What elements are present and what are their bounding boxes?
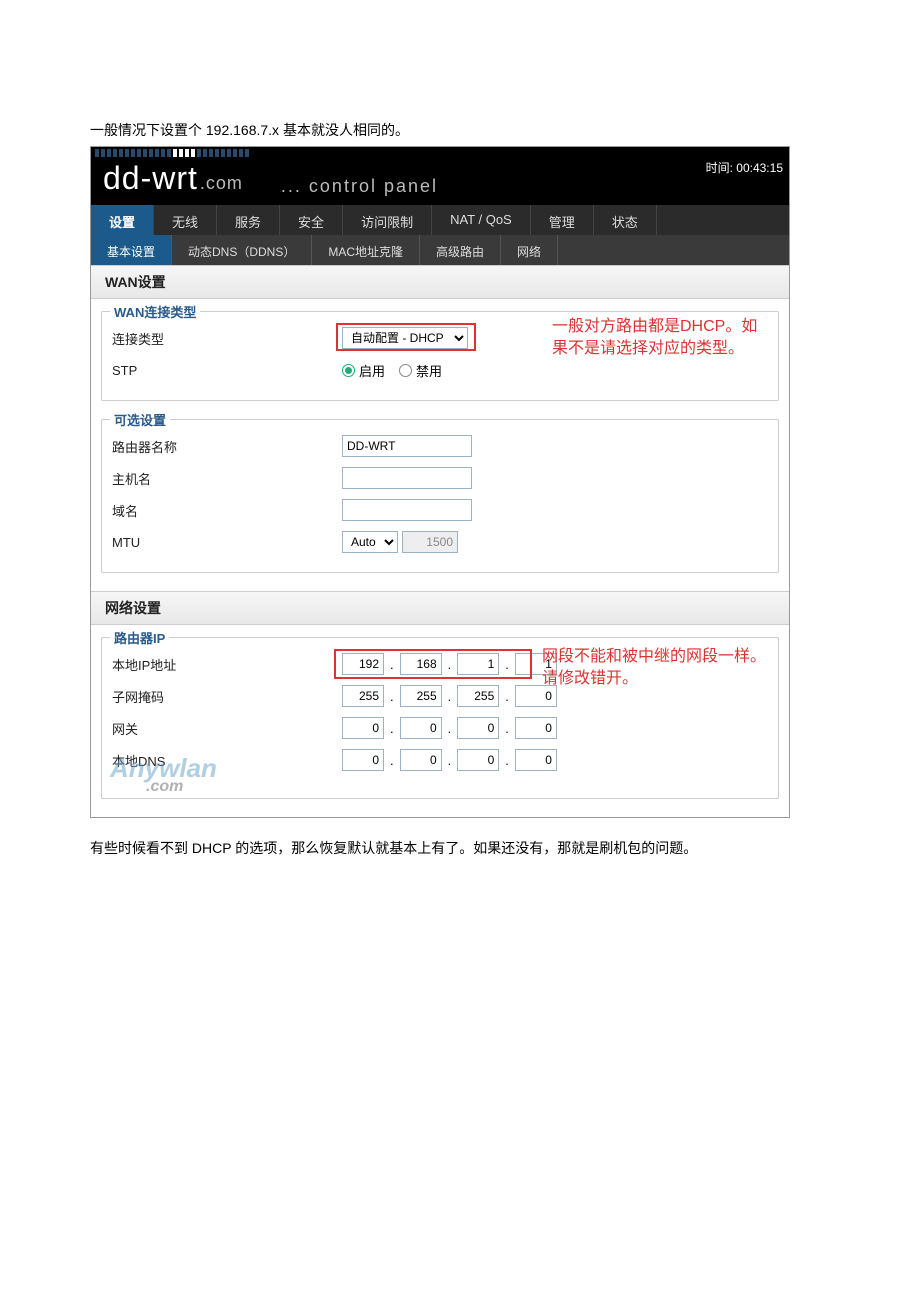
radio-off-icon <box>399 364 412 377</box>
legend-router-ip: 路由器IP <box>110 628 169 647</box>
domain-input[interactable] <box>342 499 472 521</box>
time-display: 时间: 00:43:15 <box>706 159 783 176</box>
router-name-input[interactable] <box>342 435 472 457</box>
localdns-4[interactable] <box>515 749 557 771</box>
stp-label: STP <box>112 363 342 378</box>
localdns-3[interactable] <box>457 749 499 771</box>
logo: dd-wrt.com <box>103 160 243 197</box>
localdns-2[interactable] <box>400 749 442 771</box>
decor-marks <box>95 149 249 157</box>
tab-status[interactable]: 状态 <box>594 205 657 235</box>
localdns-1[interactable] <box>342 749 384 771</box>
radio-on-icon <box>342 364 355 377</box>
tab-security[interactable]: 安全 <box>280 205 343 235</box>
logo-suffix: .com <box>200 173 243 194</box>
tab-setup[interactable]: 设置 <box>91 205 154 235</box>
fieldset-router-ip: 路由器IP 本地IP地址 . . . 子网掩码 . . <box>101 637 779 799</box>
annotation-2: 网段不能和被中继的网段一样。请修改错开。 <box>542 646 772 690</box>
legend-optional: 可选设置 <box>110 410 170 429</box>
localdns-label: 本地DNS <box>112 751 342 770</box>
logo-text: dd-wrt <box>103 160 198 197</box>
router-panel: dd-wrt.com ... control panel 时间: 00:43:1… <box>90 146 790 818</box>
main-nav: 设置 无线 服务 安全 访问限制 NAT / QoS 管理 状态 <box>91 205 789 235</box>
gateway-3[interactable] <box>457 717 499 739</box>
subnet-1[interactable] <box>342 685 384 707</box>
header-bar: dd-wrt.com ... control panel 时间: 00:43:1… <box>91 147 789 205</box>
control-panel-text: ... control panel <box>281 176 438 197</box>
mtu-mode-select[interactable]: Auto <box>342 531 398 553</box>
stp-disable-label: 禁用 <box>416 361 442 380</box>
after-text: 有些时候看不到 DHCP 的选项，那么恢复默认就基本上有了。如果还没有，那就是刷… <box>90 838 830 858</box>
conn-type-label: 连接类型 <box>112 329 342 348</box>
intro-text: 一般情况下设置个 192.168.7.x 基本就没人相同的。 <box>90 120 830 140</box>
hostname-input[interactable] <box>342 467 472 489</box>
section-net-header: 网络设置 <box>91 591 789 625</box>
annotation-1: 一般对方路由都是DHCP。如果不是请选择对应的类型。 <box>552 316 772 360</box>
gateway-label: 网关 <box>112 719 342 738</box>
tab-nat[interactable]: NAT / QoS <box>432 205 531 235</box>
content-area: WAN设置 WAN连接类型 连接类型 自动配置 - DHCP STP <box>91 265 789 799</box>
router-name-label: 路由器名称 <box>112 437 342 456</box>
subnet-label: 子网掩码 <box>112 687 342 706</box>
domain-label: 域名 <box>112 501 342 520</box>
subtab-basic[interactable]: 基本设置 <box>91 235 172 265</box>
tab-services[interactable]: 服务 <box>217 205 280 235</box>
subtab-network[interactable]: 网络 <box>501 235 558 265</box>
subnet-3[interactable] <box>457 685 499 707</box>
legend-wan-type: WAN连接类型 <box>110 302 200 321</box>
gateway-1[interactable] <box>342 717 384 739</box>
sub-nav: 基本设置 动态DNS（DDNS） MAC地址克隆 高级路由 网络 <box>91 235 789 265</box>
tab-access[interactable]: 访问限制 <box>343 205 432 235</box>
subtab-routing[interactable]: 高级路由 <box>420 235 501 265</box>
subtab-mac[interactable]: MAC地址克隆 <box>312 235 420 265</box>
stp-disable-radio[interactable]: 禁用 <box>399 361 442 380</box>
tab-wireless[interactable]: 无线 <box>154 205 217 235</box>
fieldset-wan-type: WAN连接类型 连接类型 自动配置 - DHCP STP <box>101 311 779 401</box>
mtu-value-input <box>402 531 458 553</box>
fieldset-optional: 可选设置 路由器名称 主机名 域名 MTU Auto <box>101 419 779 573</box>
stp-enable-radio[interactable]: 启用 <box>342 361 385 380</box>
local-ip-label: 本地IP地址 <box>112 655 342 674</box>
stp-enable-label: 启用 <box>359 361 385 380</box>
hostname-label: 主机名 <box>112 469 342 488</box>
annotation-redbox-1 <box>336 323 476 351</box>
gateway-4[interactable] <box>515 717 557 739</box>
annotation-redbox-2 <box>334 649 532 679</box>
subnet-2[interactable] <box>400 685 442 707</box>
section-wan-header: WAN设置 <box>91 265 789 299</box>
mtu-label: MTU <box>112 535 342 550</box>
tab-admin[interactable]: 管理 <box>531 205 594 235</box>
gateway-2[interactable] <box>400 717 442 739</box>
subtab-ddns[interactable]: 动态DNS（DDNS） <box>172 235 312 265</box>
